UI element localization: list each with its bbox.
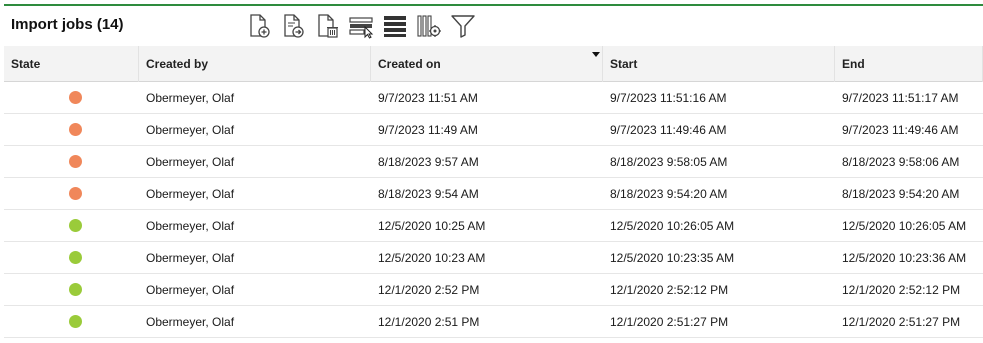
start-cell: 8/18/2023 9:54:20 AM bbox=[610, 187, 728, 201]
table-row[interactable]: Obermeyer, Olaf 8/18/2023 9:54 AM 8/18/202… bbox=[4, 178, 983, 210]
table-row[interactable]: Obermeyer, Olaf 12/5/2020 10:23 AM 12/5/20… bbox=[4, 242, 983, 274]
created-by-cell: Obermeyer, Olaf bbox=[146, 283, 235, 297]
created-on-cell: 12/5/2020 10:25 AM bbox=[378, 219, 486, 233]
created-by-cell: Obermeyer, Olaf bbox=[146, 315, 235, 329]
column-header-end[interactable]: End bbox=[835, 46, 983, 82]
table-body: Obermeyer, Olaf 9/7/2023 11:51 AM 9/7/2023… bbox=[4, 82, 983, 338]
created-on-cell: 9/7/2023 11:49 AM bbox=[378, 123, 478, 137]
column-header-created-by[interactable]: Created by bbox=[139, 46, 371, 82]
end-cell: 8/18/2023 9:54:20 AM bbox=[842, 187, 960, 201]
panel-header: Import jobs (14) bbox=[0, 6, 983, 46]
created-by-cell: Obermeyer, Olaf bbox=[146, 91, 235, 105]
state-indicator-icon bbox=[68, 251, 82, 264]
new-document-icon bbox=[250, 14, 270, 38]
select-rows-button[interactable] bbox=[346, 11, 376, 41]
column-settings-button[interactable] bbox=[414, 11, 444, 41]
table-row[interactable]: Obermeyer, Olaf 12/5/2020 10:25 AM 12/5/20… bbox=[4, 210, 983, 242]
start-cell: 9/7/2023 11:51:16 AM bbox=[610, 91, 727, 105]
sort-descending-icon bbox=[592, 52, 600, 57]
end-cell: 12/5/2020 10:23:36 AM bbox=[842, 251, 967, 265]
select-rows-icon bbox=[349, 17, 374, 39]
end-cell: 9/7/2023 11:51:17 AM bbox=[842, 91, 959, 105]
delete-import-button[interactable] bbox=[312, 11, 342, 41]
start-cell: 9/7/2023 11:49:46 AM bbox=[610, 123, 727, 137]
toolbar bbox=[244, 10, 482, 42]
created-by-cell: Obermeyer, Olaf bbox=[146, 155, 235, 169]
state-cell bbox=[4, 306, 139, 337]
end-cell: 12/1/2020 2:52:12 PM bbox=[842, 283, 961, 297]
created-by-cell: Obermeyer, Olaf bbox=[146, 219, 235, 233]
state-indicator-icon bbox=[68, 187, 82, 200]
start-cell: 12/1/2020 2:52:12 PM bbox=[610, 283, 729, 297]
table-row[interactable]: Obermeyer, Olaf 9/7/2023 11:49 AM 9/7/2023… bbox=[4, 114, 983, 146]
end-cell: 12/1/2020 2:51:27 PM bbox=[842, 315, 961, 329]
filter-button[interactable] bbox=[448, 11, 478, 41]
column-header-state[interactable]: State bbox=[4, 46, 139, 82]
created-on-cell: 8/18/2023 9:57 AM bbox=[378, 155, 479, 169]
row-list-icon bbox=[384, 16, 406, 37]
created-on-cell: 8/18/2023 9:54 AM bbox=[378, 187, 479, 201]
page-title: Import jobs (14) bbox=[11, 16, 124, 33]
start-cell: 12/5/2020 10:26:05 AM bbox=[610, 219, 735, 233]
created-on-cell: 9/7/2023 11:51 AM bbox=[378, 91, 478, 105]
start-cell: 12/1/2020 2:51:27 PM bbox=[610, 315, 729, 329]
state-cell bbox=[4, 82, 139, 113]
created-by-cell: Obermeyer, Olaf bbox=[146, 123, 235, 137]
table-header-row: State Created by Created on Start End bbox=[4, 46, 983, 82]
state-indicator-icon bbox=[68, 315, 82, 328]
created-on-cell: 12/1/2020 2:52 PM bbox=[378, 283, 480, 297]
created-by-cell: Obermeyer, Olaf bbox=[146, 251, 235, 265]
start-cell: 12/5/2020 10:23:35 AM bbox=[610, 251, 735, 265]
export-document-icon bbox=[284, 14, 304, 38]
table-row[interactable]: Obermeyer, Olaf 12/1/2020 2:52 PM 12/1/202… bbox=[4, 274, 983, 306]
end-cell: 8/18/2023 9:58:06 AM bbox=[842, 155, 960, 169]
state-cell bbox=[4, 274, 139, 305]
state-indicator-icon bbox=[68, 155, 82, 168]
delete-document-icon bbox=[318, 14, 338, 38]
end-cell: 12/5/2020 10:26:05 AM bbox=[842, 219, 967, 233]
column-settings-icon bbox=[417, 15, 441, 37]
state-cell bbox=[4, 114, 139, 145]
created-on-cell: 12/1/2020 2:51 PM bbox=[378, 315, 480, 329]
import-jobs-table: State Created by Created on Start End Ob… bbox=[4, 46, 983, 338]
state-indicator-icon bbox=[68, 219, 82, 232]
state-cell bbox=[4, 178, 139, 209]
export-import-button[interactable] bbox=[278, 11, 308, 41]
state-indicator-icon bbox=[68, 123, 82, 136]
state-cell bbox=[4, 242, 139, 273]
new-import-button[interactable] bbox=[244, 11, 274, 41]
start-cell: 8/18/2023 9:58:05 AM bbox=[610, 155, 728, 169]
filter-icon bbox=[451, 15, 475, 38]
column-header-start[interactable]: Start bbox=[603, 46, 835, 82]
state-cell bbox=[4, 146, 139, 177]
table-row[interactable]: Obermeyer, Olaf 12/1/2020 2:51 PM 12/1/202… bbox=[4, 306, 983, 338]
state-cell bbox=[4, 210, 139, 241]
table-row[interactable]: Obermeyer, Olaf 9/7/2023 11:51 AM 9/7/2023… bbox=[4, 82, 983, 114]
column-header-created-on[interactable]: Created on bbox=[371, 46, 603, 82]
state-indicator-icon bbox=[68, 91, 82, 104]
row-list-button[interactable] bbox=[380, 11, 410, 41]
created-on-cell: 12/5/2020 10:23 AM bbox=[378, 251, 486, 265]
state-indicator-icon bbox=[68, 283, 82, 296]
created-by-cell: Obermeyer, Olaf bbox=[146, 187, 235, 201]
table-row[interactable]: Obermeyer, Olaf 8/18/2023 9:57 AM 8/18/202… bbox=[4, 146, 983, 178]
end-cell: 9/7/2023 11:49:46 AM bbox=[842, 123, 959, 137]
